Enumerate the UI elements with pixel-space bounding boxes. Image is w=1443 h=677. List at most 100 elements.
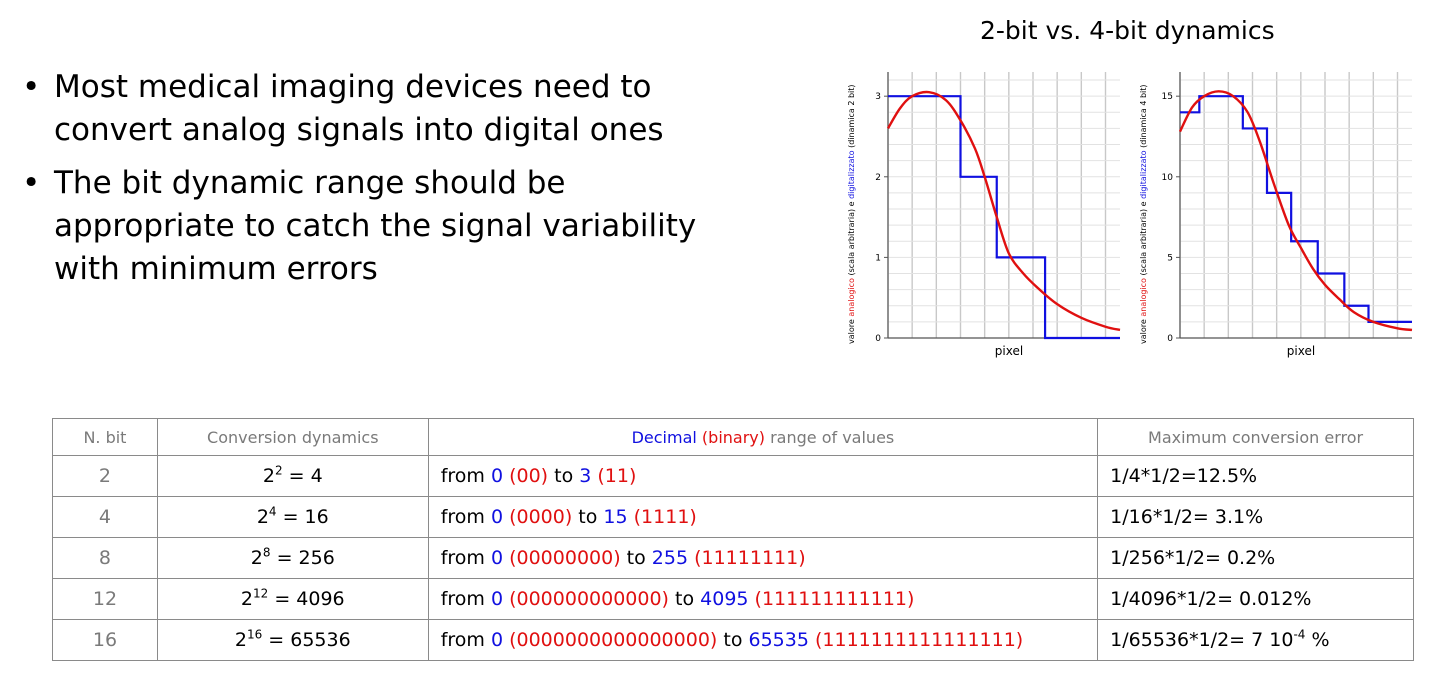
range-min-decimal: 0 [490,506,504,528]
range-from: from [440,547,491,569]
range-min-binary: (000000000000) [503,588,669,610]
x-axis-label: pixel [995,344,1023,358]
range-min-binary: (0000) [503,506,573,528]
cell-nbit: 16 [52,619,158,661]
y-axis-label-part: analogico [1139,278,1148,317]
range-to: to [548,465,580,487]
analog-signal-curve [1178,90,1413,332]
cell-range: from 0 (0000000000000000) to 65535 (1111… [427,619,1099,661]
cell-range: from 0 (00000000) to 255 (11111111) [427,537,1099,579]
dyn-base: 2 [262,465,275,487]
cell-nbit: 2 [52,455,158,497]
error-value: 1/16*1/2= 3.1% [1110,506,1264,528]
range-min-binary: (0000000000000000) [503,629,718,651]
header-error: Maximum conversion error [1097,418,1414,456]
cell-dynamics: 22 = 4 [156,455,429,497]
dyn-exponent: 16 [246,627,263,642]
range-min-decimal: 0 [490,629,504,651]
range-min-decimal: 0 [490,465,504,487]
range-max-decimal: 255 [651,547,689,569]
range-min-decimal: 0 [490,547,504,569]
range-max-binary: (11111111) [688,547,806,569]
range-max-binary: (111111111111) [748,588,915,610]
table-row: 8 28 = 256 from 0 (00000000) to 255 (11111… [52,537,1414,579]
chart-2bit: 0 1 2 3 pixel valore analogico (scala arbitra… [847,72,1121,358]
dyn-result: = 16 [276,506,329,528]
bullet-item: • The bit dynamic range should be approp… [22,162,742,291]
y-tick-label: 15 [1162,92,1173,102]
figure-title: 2-bit vs. 4-bit dynamics [980,16,1275,45]
y-tick-label: 3 [875,92,881,102]
header-range-decimal: Decimal [631,427,697,447]
range-min-binary: (00000000) [503,547,621,569]
table-header-row: N. bit Conversion dynamics Decimal (bina… [52,418,1414,456]
cell-dynamics: 216 = 65536 [156,619,429,661]
cell-error: 1/65536*1/2= 7 10-4 % [1097,619,1414,661]
bullet-dot: • [22,165,41,201]
dyn-exponent: 8 [262,545,271,560]
y-axis-label-part: (scala arbitraria) e [1139,199,1148,278]
header-range: Decimal (binary) range of values [427,418,1099,456]
y-axis-label-part: (scala arbitraria) e [847,199,856,278]
dyn-base: 2 [256,506,269,528]
dyn-exponent: 12 [253,586,269,601]
chart-4bit: 0 5 10 15 pixel valore analogico (scala arbit… [1139,72,1413,358]
header-dynamics: Conversion dynamics [156,418,429,456]
x-axis-label: pixel [1287,344,1315,358]
error-value: 1/256*1/2= 0.2% [1110,547,1276,569]
range-min-decimal: 0 [490,588,504,610]
y-tick-label: 0 [875,334,881,344]
dyn-exponent: 4 [268,504,277,519]
range-to: to [572,506,604,528]
y-axis-label-part: digitalizzato [1139,150,1148,199]
bullet-text: Most medical imaging devices need to con… [54,69,664,148]
range-to: to [717,629,749,651]
range-max-decimal: 3 [579,465,592,487]
cell-range: from 0 (00) to 3 (11) [427,455,1099,497]
dyn-base: 2 [250,547,263,569]
table-row: 2 22 = 4 from 0 (00) to 3 (11) 1/4*1/2=12.5… [52,455,1414,497]
range-from: from [440,588,491,610]
y-axis-label: valore analogico (scala arbitraria) e di… [1139,84,1148,344]
y-axis-label-part: valore [847,317,856,344]
bit-dynamics-table: N. bit Conversion dynamics Decimal (bina… [52,418,1414,661]
range-max-decimal: 15 [603,506,628,528]
cell-dynamics: 28 = 256 [156,537,429,579]
cell-dynamics: 24 = 16 [156,496,429,538]
cell-nbit: 12 [52,578,158,620]
y-axis-label-part: (dinamica 4 bit) [1139,84,1148,150]
cell-error: 1/16*1/2= 3.1% [1097,496,1414,538]
dyn-result: = 4096 [268,588,345,610]
range-max-binary: (1111111111111111) [808,629,1024,651]
table-row: 16 216 = 65536 from 0 (0000000000000000) t… [52,619,1414,661]
bullet-list: • Most medical imaging devices need to c… [22,66,742,301]
y-tick-label: 0 [1167,334,1173,344]
error-value: 1/4096*1/2= 0.012% [1110,588,1312,610]
range-max-decimal: 65535 [748,629,809,651]
cell-error: 1/256*1/2= 0.2% [1097,537,1414,579]
range-from: from [440,506,491,528]
dyn-result: = 65536 [262,629,351,651]
error-value: 1/65536*1/2= 7 10 [1110,629,1294,651]
table-row: 4 24 = 16 from 0 (0000) to 15 (1111) 1/16*1… [52,496,1414,538]
digital-signal-line [888,95,1120,340]
range-to: to [620,547,652,569]
error-value: 1/4*1/2=12.5% [1110,465,1258,487]
bullet-item: • Most medical imaging devices need to c… [22,66,742,152]
cell-range: from 0 (0000) to 15 (1111) [427,496,1099,538]
bullet-dot: • [22,69,41,105]
header-nbit: N. bit [52,418,158,456]
range-max-decimal: 4095 [700,588,749,610]
y-axis-label-part: analogico [847,278,856,317]
range-max-binary: (11) [591,465,637,487]
cell-dynamics: 212 = 4096 [156,578,429,620]
y-tick-label: 1 [875,253,881,263]
range-max-binary: (1111) [627,506,697,528]
dyn-base: 2 [234,629,247,651]
dyn-base: 2 [240,588,254,610]
dyn-result: = 4 [282,465,323,487]
cell-nbit: 4 [52,496,158,538]
y-axis-label-part: valore [1139,317,1148,344]
y-axis-label-part: (dinamica 2 bit) [847,84,856,150]
table-row: 12 212 = 4096 from 0 (000000000000) to 409… [52,578,1414,620]
